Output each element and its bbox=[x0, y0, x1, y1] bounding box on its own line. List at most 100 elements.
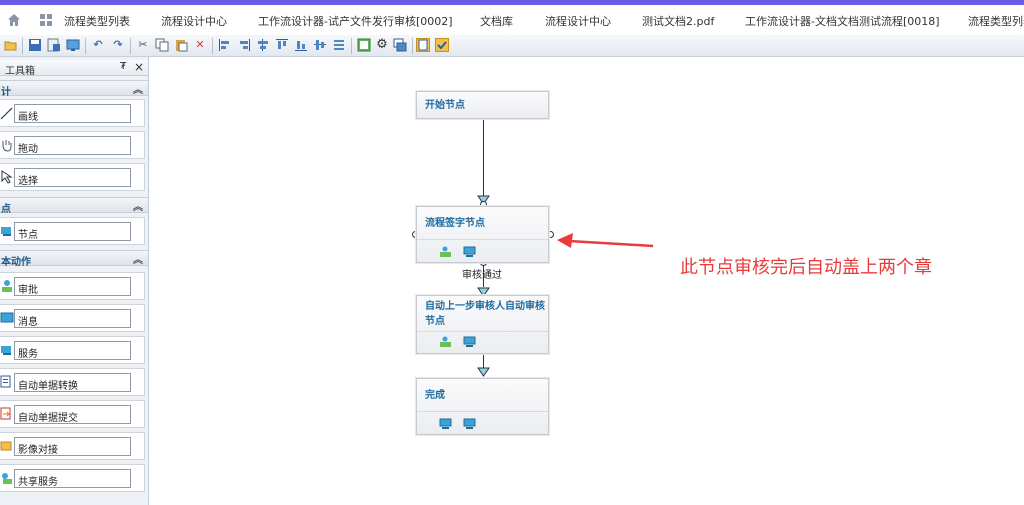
toolbox-title: 工具箱 bbox=[5, 66, 35, 77]
tool-item-auto-doc-convert[interactable]: 自动单据转换 bbox=[0, 368, 145, 396]
tab-process-design-center[interactable]: 流程设计中心 bbox=[161, 15, 227, 29]
align-left-icon[interactable] bbox=[218, 38, 232, 52]
pin-icon[interactable]: ₮ bbox=[120, 61, 126, 72]
image-link-icon bbox=[0, 441, 12, 451]
tool-item-label: 共享服务 bbox=[18, 477, 58, 488]
connector-auto-to-finish[interactable] bbox=[483, 354, 484, 368]
tool-item-label: 画线 bbox=[18, 112, 38, 123]
section-title: 点 bbox=[1, 204, 11, 215]
checkin-icon[interactable] bbox=[435, 38, 449, 52]
open-icon[interactable] bbox=[4, 38, 18, 52]
section-title: 本动作 bbox=[1, 257, 31, 268]
node-sign[interactable]: 流程签字节点 bbox=[416, 206, 549, 263]
designer-toolbar: ↶ ↷ ✂ ✕ ⚙ bbox=[0, 35, 1024, 57]
approver-icon bbox=[440, 336, 451, 347]
tool-item-label: 自动单据提交 bbox=[18, 413, 78, 424]
node-auto-approve[interactable]: 自动上一步审核人自动审核节点 bbox=[416, 295, 549, 354]
connector-arrowhead bbox=[477, 367, 490, 377]
node-start[interactable]: 开始节点 bbox=[416, 91, 549, 119]
service-icon bbox=[1, 346, 11, 355]
document-submit-icon bbox=[0, 407, 11, 420]
copy-icon[interactable] bbox=[155, 38, 169, 52]
node-title: 自动上一步审核人自动审核节点 bbox=[425, 301, 545, 327]
annotation-arrow bbox=[557, 233, 654, 248]
tool-item-approve[interactable]: 审批 bbox=[0, 272, 145, 300]
tool-item-image-link[interactable]: 影像对接 bbox=[0, 432, 145, 460]
tool-item-select[interactable]: 选择 bbox=[0, 163, 145, 191]
tab-test-document-pdf[interactable]: 测试文档2.pdf bbox=[642, 15, 714, 29]
tool-item-label: 影像对接 bbox=[18, 445, 58, 456]
distribute-icon[interactable] bbox=[332, 38, 346, 52]
annotation-text: 此节点审核完后自动盖上两个章 bbox=[680, 257, 932, 278]
toolbox-panel: 工具箱 ₮ × 计 ︽ 画线 拖动 选择 点 ︽ 节点 本动作 ︽ 审批 消息 … bbox=[0, 57, 149, 505]
tab-workflow-designer-0002[interactable]: 工作流设计器-试产文件发行审核[0002] bbox=[258, 15, 453, 29]
node-title: 完成 bbox=[425, 390, 445, 401]
toolbox-header: 工具箱 ₮ × bbox=[0, 60, 148, 77]
computer-icon bbox=[439, 418, 452, 429]
node-finish[interactable]: 完成 bbox=[416, 378, 549, 435]
redo-icon[interactable]: ↷ bbox=[111, 38, 125, 52]
tool-item-label: 节点 bbox=[18, 230, 38, 241]
cursor-arrow-icon bbox=[1, 170, 13, 184]
section-node[interactable]: 点 ︽ bbox=[0, 197, 148, 215]
collapse-chevron-icon[interactable]: ︽ bbox=[133, 198, 143, 213]
message-icon bbox=[0, 312, 14, 323]
collapse-chevron-icon[interactable]: ︽ bbox=[133, 251, 143, 266]
delete-icon[interactable]: ✕ bbox=[193, 38, 207, 52]
align-center-icon[interactable] bbox=[256, 38, 270, 52]
section-basic-actions[interactable]: 本动作 ︽ bbox=[0, 250, 148, 268]
tool-item-draw-line[interactable]: 画线 bbox=[0, 99, 145, 127]
node-title: 流程签字节点 bbox=[425, 218, 485, 229]
settings-gear-icon[interactable]: ⚙ bbox=[375, 38, 389, 52]
tool-item-drag[interactable]: 拖动 bbox=[0, 131, 145, 159]
tab-bar: 流程类型列表 流程设计中心 工作流设计器-试产文件发行审核[0002] 文档库 … bbox=[0, 5, 1024, 35]
save-as-icon[interactable] bbox=[47, 38, 61, 52]
properties-icon[interactable] bbox=[357, 38, 371, 52]
home-icon[interactable] bbox=[6, 12, 22, 28]
undo-icon[interactable]: ↶ bbox=[91, 38, 105, 52]
workflow-canvas[interactable]: 审核通过 开始节点 流程签字节点 自动上一步审核人自动审核节点 完成 此节点审核… bbox=[150, 57, 1024, 505]
computer-icon bbox=[463, 336, 476, 347]
approver-icon bbox=[440, 246, 451, 257]
computer-icon bbox=[463, 418, 476, 429]
save-icon[interactable] bbox=[28, 38, 42, 52]
close-icon[interactable]: × bbox=[134, 60, 144, 74]
publish-icon[interactable] bbox=[416, 38, 430, 52]
tool-item-service[interactable]: 服务 bbox=[0, 336, 145, 364]
tab-process-type-list-2[interactable]: 流程类型列表 bbox=[968, 15, 1024, 29]
computer-icon bbox=[463, 246, 476, 257]
tool-item-label: 拖动 bbox=[18, 144, 38, 155]
tool-item-message[interactable]: 消息 bbox=[0, 304, 145, 332]
grid-menu-icon[interactable] bbox=[38, 12, 54, 28]
section-title: 计 bbox=[1, 87, 11, 98]
tool-item-auto-doc-submit[interactable]: 自动单据提交 bbox=[0, 400, 145, 428]
tab-process-design-center-2[interactable]: 流程设计中心 bbox=[545, 15, 611, 29]
align-top-icon[interactable] bbox=[275, 38, 289, 52]
tool-item-node[interactable]: 节点 bbox=[0, 217, 145, 245]
shared-service-icon bbox=[2, 473, 12, 484]
approve-user-icon bbox=[2, 280, 12, 292]
edge-label-approved[interactable]: 审核通过 bbox=[462, 266, 502, 281]
align-bottom-icon[interactable] bbox=[294, 38, 308, 52]
tab-document-library[interactable]: 文档库 bbox=[480, 15, 513, 29]
tab-workflow-designer-0018[interactable]: 工作流设计器-文档文档测试流程[0018] bbox=[745, 15, 940, 29]
tool-item-label: 选择 bbox=[18, 176, 38, 187]
tool-item-shared-service[interactable]: 共享服务 bbox=[0, 464, 145, 492]
document-convert-icon bbox=[0, 375, 11, 388]
tab-process-type-list[interactable]: 流程类型列表 bbox=[64, 15, 130, 29]
paste-icon[interactable] bbox=[174, 38, 188, 52]
preview-icon[interactable] bbox=[66, 38, 80, 52]
node-title: 开始节点 bbox=[425, 100, 465, 111]
collapse-chevron-icon[interactable]: ︽ bbox=[133, 81, 143, 96]
tool-item-label: 自动单据转换 bbox=[18, 381, 78, 392]
window-icon[interactable] bbox=[393, 38, 407, 52]
align-right-icon[interactable] bbox=[237, 38, 251, 52]
cut-icon[interactable]: ✂ bbox=[136, 38, 150, 52]
section-design[interactable]: 计 ︽ bbox=[0, 80, 148, 98]
tool-item-label: 服务 bbox=[18, 349, 38, 360]
align-middle-icon[interactable] bbox=[313, 38, 327, 52]
connector-start-to-sign[interactable] bbox=[483, 119, 484, 199]
tool-item-label: 消息 bbox=[18, 317, 38, 328]
tool-item-label: 审批 bbox=[18, 285, 38, 296]
pencil-line-icon bbox=[0, 107, 13, 120]
